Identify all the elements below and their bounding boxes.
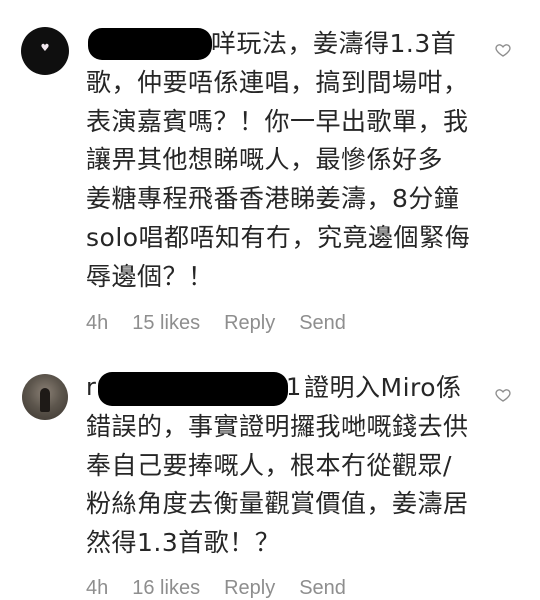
comment-meta: 4h 15 likes Reply Send [86, 312, 346, 335]
heart-icon: ♥ [40, 43, 50, 54]
comment-text: 證明入Miro係 錯誤的，事實證明攞我哋嘅錢去供 奉自己要捧嘅人，根本冇從觀眾/… [86, 373, 469, 558]
reply-button[interactable]: Reply [224, 312, 275, 335]
send-button[interactable]: Send [299, 312, 346, 335]
comment-time: 4h [86, 577, 109, 599]
send-button[interactable]: Send [299, 577, 346, 600]
avatar[interactable]: ♥ [21, 27, 69, 75]
heart-outline-icon[interactable] [495, 42, 511, 58]
avatar[interactable] [22, 374, 68, 420]
comment-text: 咩玩法，姜濤得1.3首 歌，仲要唔係連唱，搞到間場咁， 表演嘉賓嗎？！你一早出歌… [86, 29, 471, 291]
likes-count[interactable]: 16 likes [132, 577, 200, 600]
comment-meta: 4h 16 likes Reply Send [86, 577, 346, 600]
heart-outline-icon[interactable] [495, 387, 511, 403]
likes-count[interactable]: 15 likes [132, 312, 200, 335]
comment-time: 4h [86, 312, 109, 334]
avatar-figure [40, 388, 50, 412]
reply-button[interactable]: Reply [224, 577, 275, 600]
